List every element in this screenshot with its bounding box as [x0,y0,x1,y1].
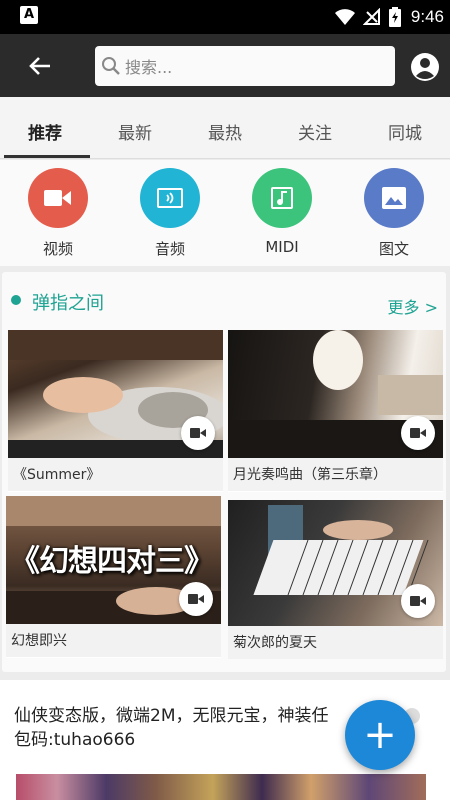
video-camera-icon [28,168,88,228]
category-image-text[interactable]: 图文 [354,168,434,259]
ad-text-line2: 包码:tuhao666 [14,730,136,750]
search-placeholder: 搜索... [125,58,173,77]
category-video-label: 视频 [42,240,73,258]
category-image-text-label: 图文 [378,240,409,258]
section-dot-icon [11,295,21,305]
section-tanzhi: 弹指之间 更多 > 《Summer》 月光奏鸣曲（第三乐章） 《幻想四对三》 幻… [2,272,446,672]
tab-nearby[interactable]: 同城 [360,97,450,158]
wifi-icon [334,9,355,25]
tab-bar: 推荐 最新 最热 关注 同城 [0,97,450,159]
ad-text: 仙侠变态版，微端2M，无限元宝，神装任 包码:tuhao666 [14,704,394,752]
search-input[interactable]: 搜索... [95,46,395,86]
video-thumbnail [228,500,443,626]
search-icon [102,57,120,75]
midi-note-icon [252,168,312,228]
video-overlay-title: 《幻想四对三》 [10,544,214,579]
video-thumbnail: 《幻想四对三》 [6,496,221,624]
video-badge-icon [181,416,215,450]
video-card[interactable]: 《Summer》 [8,330,223,492]
section-header: 弹指之间 更多 > [2,272,446,332]
video-card[interactable]: 菊次郎的夏天 [228,500,443,659]
notification-icon: A [20,6,38,24]
video-card[interactable]: 《幻想四对三》 幻想即兴 [6,496,221,658]
video-caption: 幻想即兴 [6,624,221,657]
back-arrow-icon [29,57,50,75]
category-video[interactable]: 视频 [18,168,98,259]
category-midi[interactable]: MIDI [242,168,322,256]
tab-following[interactable]: 关注 [270,97,360,158]
tab-recommend[interactable]: 推荐 [0,97,90,158]
video-thumbnail [8,330,223,458]
video-badge-icon [401,584,435,618]
category-audio-label: 音频 [154,240,185,258]
video-caption: 菊次郎的夏天 [228,626,443,659]
more-link[interactable]: 更多 > [388,294,439,318]
status-bar: A 9:46 [0,0,450,34]
ad-image [16,774,426,800]
category-audio[interactable]: 音频 [130,168,210,259]
category-midi-label: MIDI [265,238,299,256]
account-icon[interactable] [410,52,440,82]
video-card[interactable]: 月光奏鸣曲（第三乐章） [228,330,443,492]
status-icons: 9:46 [334,6,444,28]
video-caption: 月光奏鸣曲（第三乐章） [228,458,443,491]
app-bar: 搜索... [0,34,450,97]
section-title: 弹指之间 [32,293,104,314]
status-time: 9:46 [410,7,444,26]
tab-hottest[interactable]: 最热 [180,97,270,158]
add-button[interactable]: + [345,700,415,770]
video-badge-icon [179,582,213,616]
video-caption: 《Summer》 [8,458,223,491]
category-row: 视频 音频 MIDI 图文 [0,160,450,266]
video-badge-icon [401,416,435,450]
image-icon [364,168,424,228]
audio-icon [140,168,200,228]
video-thumbnail [228,330,443,458]
no-signal-icon [362,8,380,25]
battery-charging-icon [388,7,401,27]
back-button[interactable] [22,48,58,84]
ad-text-line1: 仙侠变态版，微端2M，无限元宝，神装任 [14,706,329,726]
tab-latest[interactable]: 最新 [90,97,180,158]
